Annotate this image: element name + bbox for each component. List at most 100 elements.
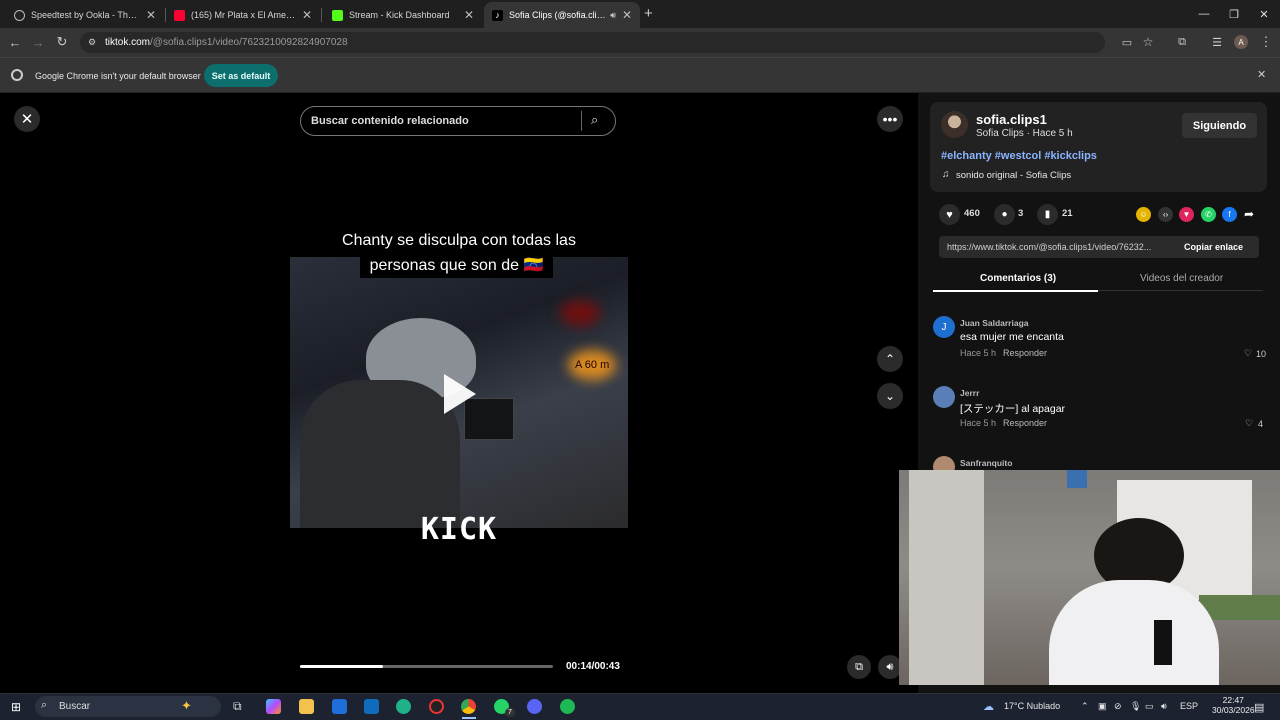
- comment-like-icon[interactable]: ♡: [1244, 348, 1252, 359]
- video-caption-line1: Chanty se disculpa con todas las: [342, 232, 576, 249]
- play-icon[interactable]: [444, 374, 476, 414]
- share-arrow-icon[interactable]: ➦: [1244, 207, 1254, 221]
- profile-avatar[interactable]: A: [1234, 35, 1248, 49]
- extensions-icon[interactable]: ⧉: [1172, 32, 1192, 52]
- kick-icon: [332, 9, 343, 21]
- tab-comments[interactable]: Comentarios (3): [980, 273, 1056, 284]
- close-tab-icon[interactable]: ✕: [302, 8, 312, 22]
- facebook-icon[interactable]: f: [1222, 207, 1237, 222]
- next-video-icon[interactable]: ⌄: [877, 383, 903, 409]
- webcam-microphone: [1154, 620, 1172, 665]
- close-window-icon[interactable]: ✕: [1248, 0, 1280, 28]
- discord-icon[interactable]: [527, 699, 542, 714]
- reply-button[interactable]: Responder: [1003, 348, 1047, 358]
- emoji-share-icon[interactable]: ☺: [1136, 207, 1151, 222]
- tray-chevron-icon[interactable]: ⌃: [1081, 701, 1089, 712]
- cast-icon[interactable]: ▭: [1117, 32, 1137, 52]
- tab-tiktok[interactable]: ♪ Sofia Clips (@sofia.clips1) | 🔊︎ ✕: [484, 2, 640, 28]
- store-icon[interactable]: [332, 699, 347, 714]
- tab-youtube[interactable]: (165) Mr Plata x El Americano 4 ✕: [166, 2, 320, 28]
- kick-logo-overlay: KICK: [420, 512, 498, 547]
- comment-like-count: 4: [1258, 419, 1264, 429]
- tab-kick-dashboard[interactable]: Stream - Kick Dashboard ✕: [324, 2, 482, 28]
- more-options-icon[interactable]: •••: [877, 106, 903, 132]
- copy-link-button[interactable]: Copiar enlace: [1184, 242, 1243, 252]
- webcam-plant: [1199, 595, 1280, 620]
- reading-list-icon[interactable]: ☰: [1207, 32, 1227, 52]
- speaker-icon[interactable]: 🔊︎: [610, 10, 616, 21]
- close-infobar-icon[interactable]: ✕: [1257, 68, 1266, 81]
- whatsapp-icon[interactable]: ✆: [1201, 207, 1216, 222]
- reply-button[interactable]: Responder: [1003, 418, 1047, 428]
- reload-icon[interactable]: ↻: [52, 32, 72, 52]
- comment-avatar[interactable]: J: [933, 316, 955, 338]
- restore-icon[interactable]: ❐: [1218, 0, 1250, 28]
- task-view-icon[interactable]: ⧉: [233, 699, 242, 714]
- back-icon[interactable]: ←: [5, 32, 25, 52]
- author-username[interactable]: sofia.clips1: [976, 112, 1047, 127]
- close-video-icon[interactable]: ✕: [14, 106, 40, 132]
- speaker-tray-icon[interactable]: 🔊︎: [1161, 701, 1167, 712]
- youtube-icon: [174, 9, 185, 21]
- tray-app-icon[interactable]: ▣: [1098, 701, 1107, 712]
- previous-video-icon[interactable]: ⌃: [877, 346, 903, 372]
- minimize-icon[interactable]: —: [1188, 0, 1220, 28]
- network-icon[interactable]: ▭: [1145, 701, 1154, 712]
- outlook-icon[interactable]: [364, 699, 379, 714]
- weather-text[interactable]: 17°C Nublado: [1004, 701, 1060, 711]
- comment-author[interactable]: Jerrr: [960, 388, 979, 398]
- comment-text: esa mujer me encanta: [960, 331, 1064, 343]
- embed-icon[interactable]: ‹›: [1158, 207, 1173, 222]
- post-hashtags[interactable]: #elchanty #westcol #kickclips: [941, 150, 1097, 162]
- clock-time: 22:47: [1222, 695, 1244, 705]
- weather-icon: ☁: [983, 701, 994, 713]
- app-icon[interactable]: [429, 699, 444, 714]
- language-indicator[interactable]: ESP: [1180, 701, 1198, 711]
- comment-icon[interactable]: ●: [994, 204, 1015, 225]
- menu-icon[interactable]: ⋮: [1256, 32, 1276, 52]
- spotify-icon[interactable]: [560, 699, 575, 714]
- close-tab-icon[interactable]: ✕: [146, 8, 156, 22]
- site-info-icon[interactable]: ⚙: [88, 37, 96, 48]
- clock-date: 30/03/2026: [1212, 705, 1255, 715]
- floating-player-icon[interactable]: ⧉: [847, 655, 871, 679]
- copilot-icon[interactable]: [266, 699, 281, 714]
- send-to-friends-icon[interactable]: ▼: [1179, 207, 1194, 222]
- close-tab-icon[interactable]: ✕: [464, 8, 474, 22]
- webcam-overlay: [899, 470, 1280, 685]
- new-tab-icon[interactable]: +: [644, 5, 653, 22]
- comment-author[interactable]: Juan Saldarriaga: [960, 318, 1029, 328]
- tab-speedtest[interactable]: Speedtest by Ookla - The Glob ✕: [6, 2, 164, 28]
- sound-link[interactable]: sonido original - Sofia Clips: [956, 170, 1071, 181]
- like-icon[interactable]: ♥: [939, 204, 960, 225]
- active-tab-indicator: [933, 290, 1098, 292]
- url-text[interactable]: tiktok.com/@sofia.clips1/video/762321009…: [105, 37, 348, 48]
- speedtest-icon: [14, 9, 25, 21]
- post-link[interactable]: https://www.tiktok.com/@sofia.clips1/vid…: [947, 242, 1172, 252]
- close-tab-icon[interactable]: ✕: [622, 8, 632, 22]
- webcam-person-body: [1049, 580, 1219, 685]
- microphone-icon[interactable]: 🎙︎: [1130, 701, 1141, 712]
- forward-icon[interactable]: →: [28, 32, 48, 52]
- clock[interactable]: 22:47 30/03/2026: [1212, 695, 1255, 715]
- following-button[interactable]: Siguiendo: [1182, 113, 1257, 138]
- edge-icon[interactable]: [396, 699, 411, 714]
- notification-off-icon[interactable]: ⊘: [1114, 701, 1122, 712]
- windows-start-icon[interactable]: ⊞: [11, 700, 21, 714]
- comment-author[interactable]: Sanfranquito: [960, 458, 1012, 468]
- tab-creator-videos[interactable]: Videos del creador: [1140, 273, 1223, 284]
- comment-like-icon[interactable]: ♡: [1245, 418, 1253, 429]
- comment-avatar[interactable]: [933, 386, 955, 408]
- bookmark-icon[interactable]: ▮: [1037, 204, 1058, 225]
- tab-title: Stream - Kick Dashboard: [349, 10, 450, 20]
- webcam-door: [909, 470, 984, 685]
- set-default-button[interactable]: Set as default: [204, 64, 278, 87]
- bookmark-star-icon[interactable]: ☆: [1138, 32, 1158, 52]
- copilot-sparkle-icon: ✦: [181, 698, 192, 713]
- tiktok-icon: ♪: [492, 9, 503, 21]
- search-icon[interactable]: ⌕: [591, 112, 598, 128]
- author-avatar[interactable]: [941, 111, 968, 138]
- notifications-icon[interactable]: ▤: [1254, 701, 1264, 714]
- chrome-icon[interactable]: [461, 699, 476, 714]
- file-explorer-icon[interactable]: [299, 699, 314, 714]
